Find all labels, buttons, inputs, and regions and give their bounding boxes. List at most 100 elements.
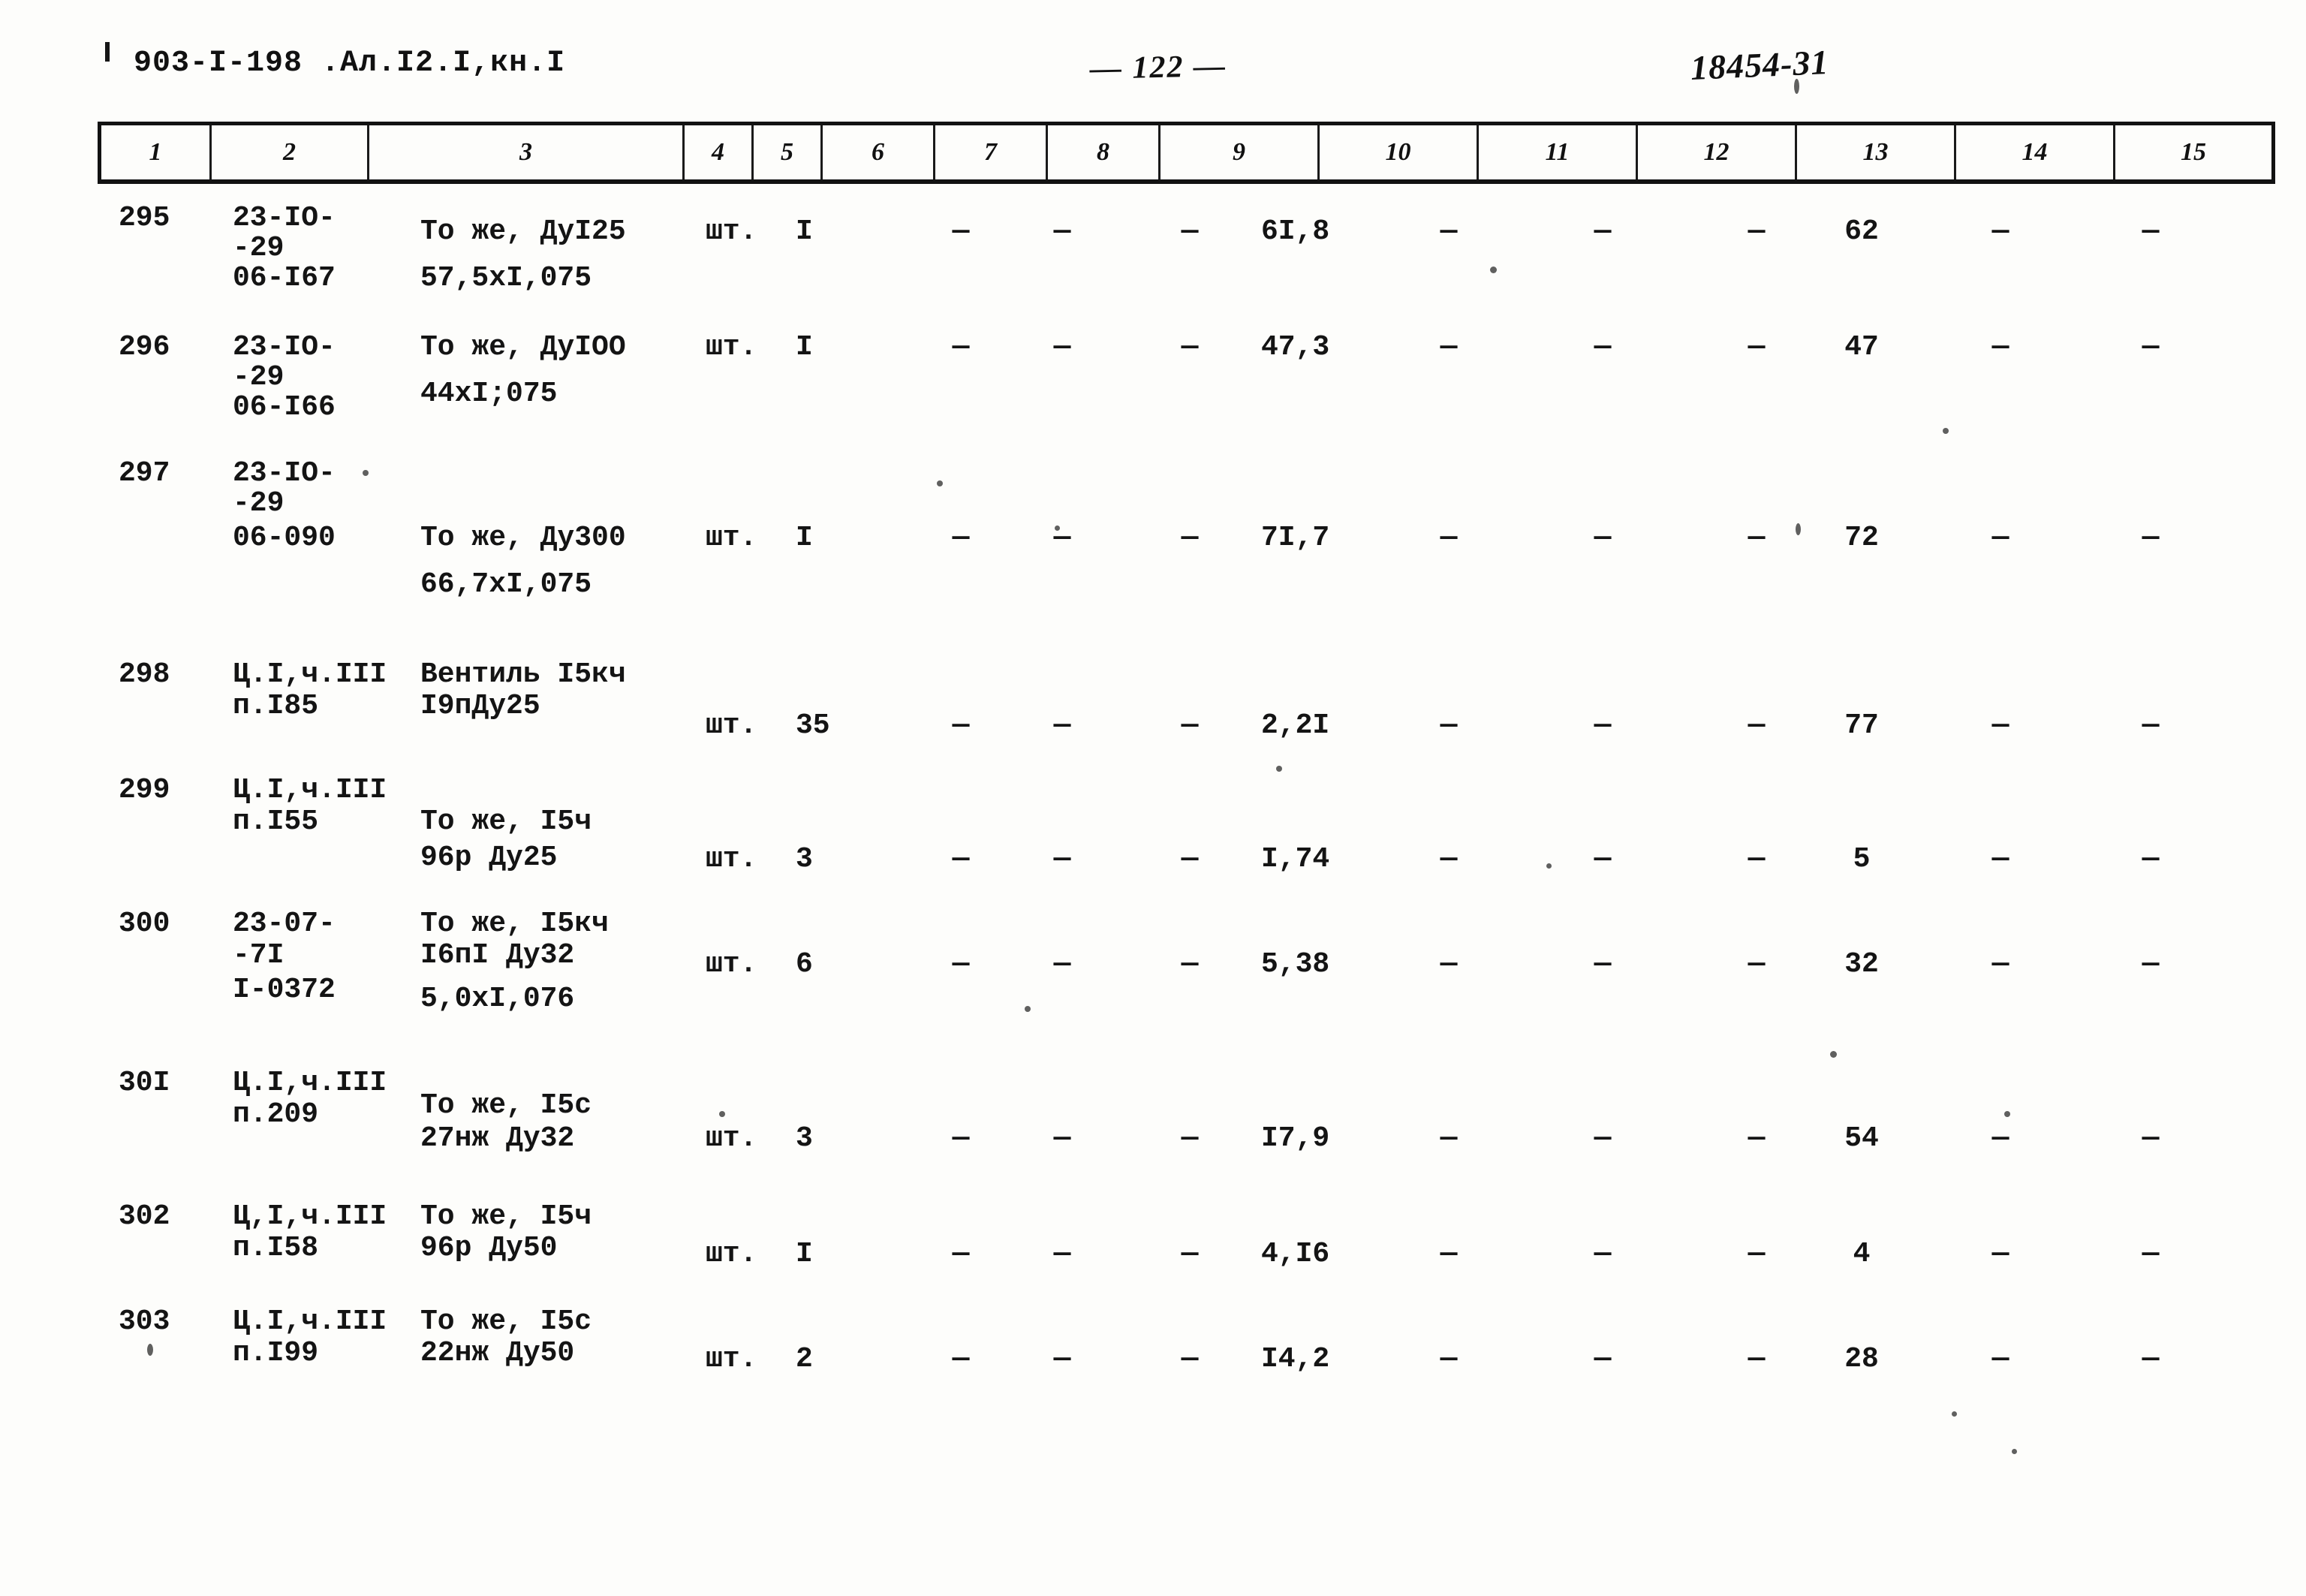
column-header-11: 11: [1477, 122, 1638, 183]
row-col15: —: [2142, 1238, 2160, 1270]
row-code-line2: п.I55: [233, 806, 319, 838]
column-header-12: 12: [1636, 122, 1797, 183]
row-col10: —: [1440, 843, 1458, 875]
row-number: 299: [119, 774, 170, 806]
row-code-line2: -7I: [233, 939, 284, 971]
row-name-line2: 27нж Ду32: [420, 1122, 575, 1155]
row-col9-value: I7,9: [1261, 1122, 1330, 1155]
row-col8: —: [1181, 948, 1199, 980]
row-col13-value: 62: [1844, 215, 1879, 248]
row-col11: —: [1594, 215, 1612, 248]
row-col8: —: [1181, 843, 1199, 875]
scan-speck: [1055, 525, 1060, 531]
row-col9-value: 47,3: [1261, 331, 1330, 363]
row-col7: —: [1053, 1122, 1071, 1155]
row-unit: шт.: [706, 522, 757, 554]
row-code-line2: п.I85: [233, 690, 319, 722]
scan-speck: [2004, 1111, 2010, 1117]
row-unit: шт.: [706, 948, 757, 980]
scan-speck: [1830, 1051, 1837, 1058]
column-header-14: 14: [1954, 122, 2115, 183]
row-col14: —: [1991, 843, 2009, 875]
row-col9-value: 5,38: [1261, 948, 1330, 980]
archive-number: 18454-31: [1689, 43, 1830, 87]
row-col13-value: 28: [1844, 1343, 1879, 1375]
column-header-6: 6: [820, 122, 935, 183]
row-col12: —: [1748, 331, 1766, 363]
row-unit: шт.: [706, 843, 757, 875]
row-unit: шт.: [706, 331, 757, 363]
row-code-line1: Ц.I,ч.III: [233, 1305, 387, 1338]
row-col7: —: [1053, 522, 1071, 554]
scan-speck: [1796, 523, 1801, 535]
row-col10: —: [1440, 1122, 1458, 1155]
scan-speck: [1490, 267, 1497, 273]
scan-speck: [1276, 766, 1282, 772]
row-number: 30I: [119, 1067, 170, 1099]
row-col14: —: [1991, 709, 2009, 742]
row-code-line1: Ц.I,ч.III: [233, 1067, 387, 1099]
row-col10: —: [1440, 331, 1458, 363]
row-name-line1: То же, I5ч: [420, 1200, 592, 1233]
row-col6: —: [952, 948, 970, 980]
row-col11: —: [1594, 709, 1612, 742]
scan-speck: [363, 470, 369, 476]
row-col12: —: [1748, 215, 1766, 248]
row-col10: —: [1440, 522, 1458, 554]
row-name-line1: То же, ДуIOO: [420, 331, 626, 363]
row-number: 303: [119, 1305, 170, 1338]
row-col12: —: [1748, 1238, 1766, 1270]
row-quantity: I: [796, 1238, 813, 1270]
row-col11: —: [1594, 1238, 1612, 1270]
row-quantity: I: [796, 215, 813, 248]
row-quantity: 2: [796, 1343, 813, 1375]
row-col11: —: [1594, 1122, 1612, 1155]
page-number: — 122 —: [1089, 49, 1227, 86]
row-number: 298: [119, 658, 170, 691]
row-number: 295: [119, 202, 170, 234]
column-header-4: 4: [682, 122, 754, 183]
column-header-8: 8: [1046, 122, 1161, 183]
row-col13-value: 4: [1853, 1238, 1871, 1270]
row-col6: —: [952, 1238, 970, 1270]
margin-tick-mark: [105, 42, 110, 62]
row-col11: —: [1594, 1343, 1612, 1375]
row-col8: —: [1181, 215, 1199, 248]
row-col9-value: 7I,7: [1261, 522, 1330, 554]
column-header-13: 13: [1795, 122, 1956, 183]
row-unit: шт.: [706, 709, 757, 742]
row-col15: —: [2142, 843, 2160, 875]
row-name-line2: 44xI;075: [420, 378, 558, 410]
row-name-line2: I9пДу25: [420, 690, 540, 722]
row-col9-value: I4,2: [1261, 1343, 1330, 1375]
column-header-7: 7: [933, 122, 1048, 183]
row-col13-value: 5: [1853, 843, 1871, 875]
row-col13-value: 47: [1844, 331, 1879, 363]
scan-speck: [1794, 79, 1799, 94]
row-col15: —: [2142, 522, 2160, 554]
row-col11: —: [1594, 843, 1612, 875]
scan-speck: [147, 1344, 153, 1356]
row-col7: —: [1053, 843, 1071, 875]
row-col7: —: [1053, 331, 1071, 363]
row-col15: —: [2142, 709, 2160, 742]
row-col6: —: [952, 843, 970, 875]
row-number: 296: [119, 331, 170, 363]
row-unit: шт.: [706, 1122, 757, 1155]
row-col7: —: [1053, 1343, 1071, 1375]
row-quantity: I: [796, 331, 813, 363]
row-code-line3: 06-I67: [233, 262, 336, 294]
scan-speck: [2012, 1449, 2017, 1454]
row-name-line2: 96р Ду25: [420, 842, 558, 874]
row-col6: —: [952, 215, 970, 248]
table-header-row: 1 2 3 4 5 6 7 8 9 10 11 12 13 14 15: [98, 122, 2274, 183]
row-col8: —: [1181, 709, 1199, 742]
row-code-line1: Ц,I,ч.III: [233, 1200, 387, 1233]
row-col15: —: [2142, 1343, 2160, 1375]
scanned-document-page: 903-I-198 .Ал.I2.I,кн.I — 122 — 18454-31…: [0, 0, 2306, 1596]
row-col12: —: [1748, 948, 1766, 980]
row-col13-value: 72: [1844, 522, 1879, 554]
row-col12: —: [1748, 1343, 1766, 1375]
row-name-line1: То же, I5кч: [420, 908, 609, 940]
column-header-15: 15: [2113, 122, 2274, 183]
